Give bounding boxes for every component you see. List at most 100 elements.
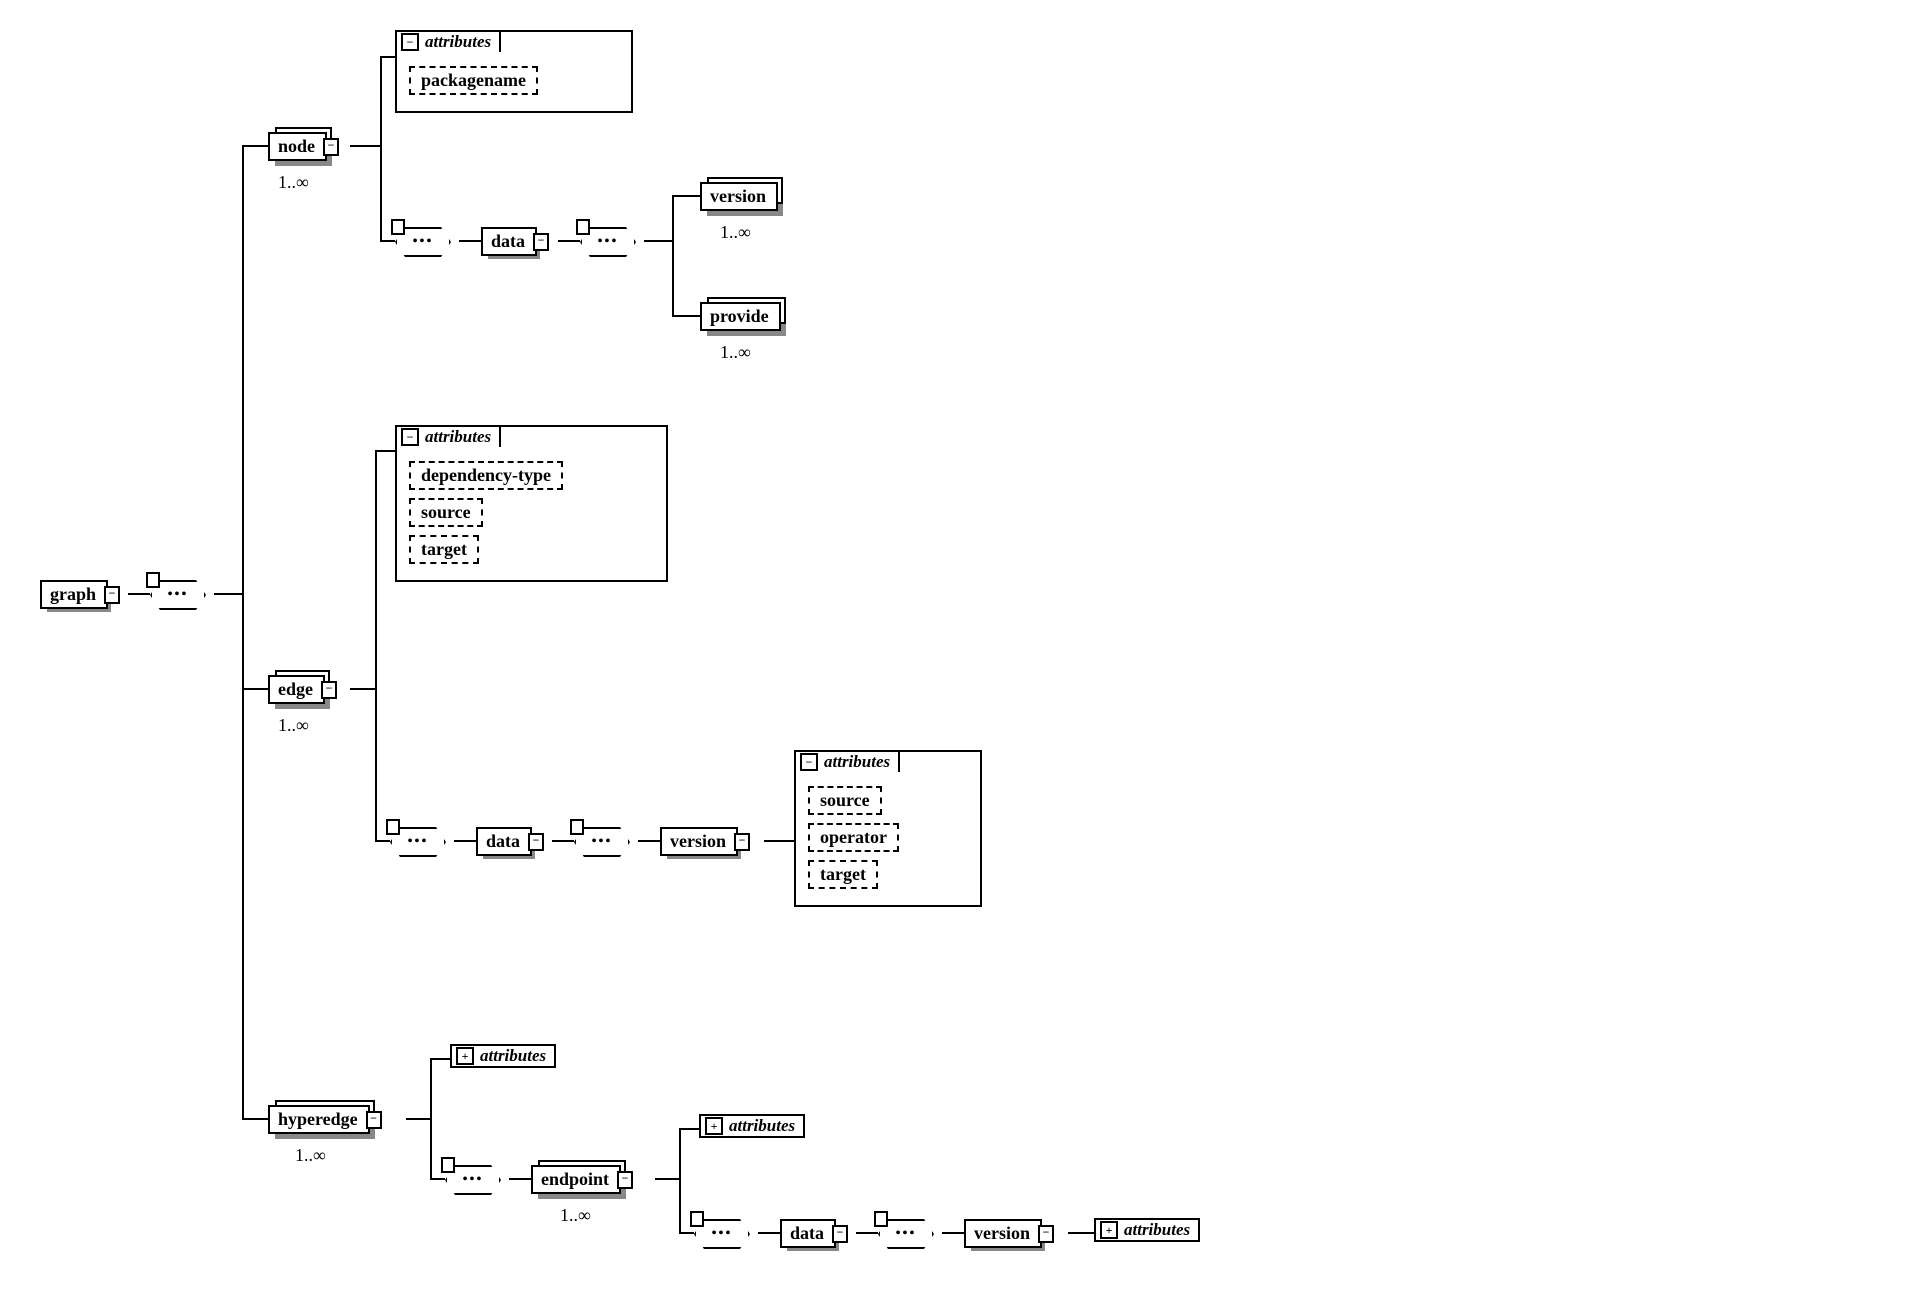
element-hyperedge[interactable]: hyperedge: [268, 1105, 370, 1134]
attributes-label: attributes: [729, 1116, 795, 1136]
connector-line: [406, 1118, 430, 1120]
element-label: node: [278, 136, 315, 156]
connector-line: [350, 145, 380, 147]
connector-tab: [570, 819, 584, 835]
element-version[interactable]: version: [700, 182, 778, 211]
connector-tab: [576, 219, 590, 235]
expand-icon[interactable]: [528, 833, 544, 851]
expand-icon[interactable]: [323, 138, 339, 156]
connector-line: [242, 145, 244, 1118]
element-label: graph: [50, 584, 96, 604]
connector-line: [430, 1058, 432, 1178]
attributes-label: attributes: [1124, 1220, 1190, 1240]
connector-line: [679, 1128, 699, 1130]
element-edge-version[interactable]: version: [660, 827, 738, 856]
cardinality: 1..∞: [278, 715, 309, 736]
connector-line: [758, 1232, 780, 1234]
connector-line: [942, 1232, 964, 1234]
element-edge-data[interactable]: data: [476, 827, 532, 856]
attribute-source: source: [808, 786, 882, 815]
element-label: version: [710, 186, 766, 206]
element-edge[interactable]: edge: [268, 675, 325, 704]
connector-line: [350, 688, 375, 690]
connector-line: [552, 840, 574, 842]
connector-tab: [391, 219, 405, 235]
attributes-group-edge: − attributes dependency-type source targ…: [395, 425, 668, 582]
connector-line: [638, 840, 660, 842]
attribute-packagename: packagename: [409, 66, 538, 95]
expand-icon[interactable]: +: [456, 1047, 474, 1065]
cardinality: 1..∞: [560, 1205, 591, 1226]
attributes-label: attributes: [425, 32, 491, 52]
attributes-group-hyperedge[interactable]: + attributes: [450, 1044, 556, 1068]
expand-icon[interactable]: [832, 1225, 848, 1243]
connector-line: [375, 450, 377, 840]
connector-tab: [690, 1211, 704, 1227]
element-provide[interactable]: provide: [700, 302, 781, 331]
connector-line: [242, 1118, 268, 1120]
attributes-group-endpoint[interactable]: + attributes: [699, 1114, 805, 1138]
attributes-group-edge-version: − attributes source operator target: [794, 750, 982, 907]
connector-line: [242, 145, 268, 147]
cardinality: 1..∞: [720, 222, 751, 243]
collapse-icon[interactable]: −: [401, 428, 419, 446]
connector-line: [214, 593, 242, 595]
attributes-label: attributes: [824, 752, 890, 772]
attribute-target: target: [808, 860, 878, 889]
connector-line: [644, 240, 672, 242]
collapse-icon[interactable]: −: [401, 33, 419, 51]
attributes-header[interactable]: − attributes: [395, 425, 501, 447]
expand-icon[interactable]: [1038, 1225, 1054, 1243]
expand-icon[interactable]: [734, 833, 750, 851]
connector-line: [380, 56, 395, 58]
expand-icon[interactable]: +: [705, 1117, 723, 1135]
connector-line: [672, 195, 700, 197]
attributes-label: attributes: [480, 1046, 546, 1066]
schema-diagram: graph ••• node 1..∞ − attributes package…: [20, 20, 1900, 1290]
cardinality: 1..∞: [720, 342, 751, 363]
element-node-data[interactable]: data: [481, 227, 537, 256]
connector-line: [1068, 1232, 1094, 1234]
attribute-source: source: [409, 498, 483, 527]
element-label: version: [974, 1223, 1030, 1243]
element-graph[interactable]: graph: [40, 580, 108, 609]
attributes-header[interactable]: − attributes: [794, 750, 900, 772]
connector-tab: [874, 1211, 888, 1227]
element-label: data: [491, 231, 525, 251]
element-label: data: [790, 1223, 824, 1243]
connector-line: [430, 1178, 445, 1180]
connector-line: [128, 593, 150, 595]
cardinality: 1..∞: [295, 1145, 326, 1166]
element-label: data: [486, 831, 520, 851]
connector-line: [679, 1232, 694, 1234]
expand-icon[interactable]: [104, 586, 120, 604]
element-label: version: [670, 831, 726, 851]
connector-line: [375, 840, 390, 842]
collapse-icon[interactable]: −: [800, 753, 818, 771]
element-node[interactable]: node: [268, 132, 327, 161]
element-endpoint[interactable]: endpoint: [531, 1165, 621, 1194]
expand-icon[interactable]: [533, 233, 549, 251]
connector-tab: [386, 819, 400, 835]
connector-line: [430, 1058, 450, 1060]
expand-icon[interactable]: [617, 1171, 633, 1189]
connector-line: [679, 1128, 681, 1232]
connector-line: [672, 315, 700, 317]
expand-icon[interactable]: [366, 1111, 382, 1129]
connector-tab: [146, 572, 160, 588]
element-endpoint-data[interactable]: data: [780, 1219, 836, 1248]
attributes-group-node: − attributes packagename: [395, 30, 633, 113]
cardinality: 1..∞: [278, 172, 309, 193]
connector-line: [558, 240, 580, 242]
connector-line: [380, 56, 382, 240]
connector-line: [655, 1178, 679, 1180]
expand-icon[interactable]: +: [1100, 1221, 1118, 1239]
attributes-group-endpoint-version[interactable]: + attributes: [1094, 1218, 1200, 1242]
element-label: edge: [278, 679, 313, 699]
attribute-target: target: [409, 535, 479, 564]
expand-icon[interactable]: [321, 681, 337, 699]
element-endpoint-version[interactable]: version: [964, 1219, 1042, 1248]
element-label: hyperedge: [278, 1109, 358, 1129]
attributes-header[interactable]: − attributes: [395, 30, 501, 52]
connector-line: [764, 840, 794, 842]
